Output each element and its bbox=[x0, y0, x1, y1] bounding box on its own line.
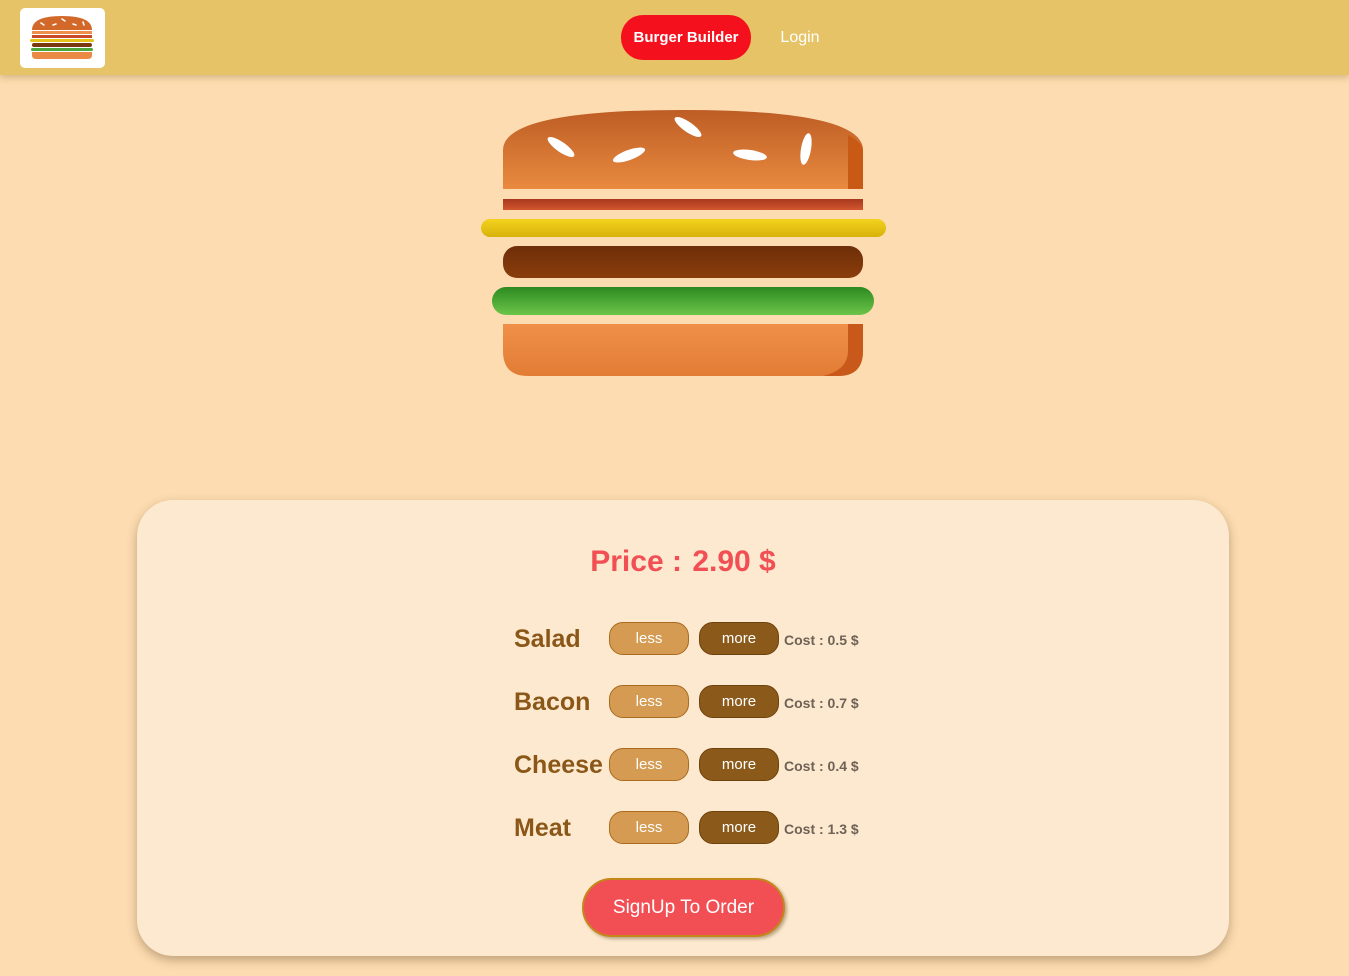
burger-preview bbox=[481, 110, 886, 376]
salad-layer bbox=[492, 287, 874, 315]
ingredient-row-meat: Meat less more Cost : 1.3 $ bbox=[514, 811, 874, 845]
meat-layer bbox=[503, 246, 863, 278]
ingredient-label: Cheese bbox=[514, 751, 603, 779]
cheese-less-button[interactable]: less bbox=[609, 748, 689, 781]
logo[interactable] bbox=[20, 8, 105, 68]
meat-cost: Cost : 1.3 $ bbox=[784, 821, 859, 837]
signup-to-order-button[interactable]: SignUp To Order bbox=[582, 878, 785, 937]
meat-more-button[interactable]: more bbox=[699, 811, 779, 844]
ingredient-label: Bacon bbox=[514, 688, 591, 716]
bacon-cost: Cost : 0.7 $ bbox=[784, 695, 859, 711]
burger-logo-icon bbox=[30, 16, 94, 59]
cheese-cost: Cost : 0.4 $ bbox=[784, 758, 859, 774]
salad-cost: Cost : 0.5 $ bbox=[784, 632, 859, 648]
price-value: 2.90 $ bbox=[692, 545, 776, 578]
ingredient-row-bacon: Bacon less more Cost : 0.7 $ bbox=[514, 685, 874, 719]
bacon-more-button[interactable]: more bbox=[699, 685, 779, 718]
bread-top bbox=[503, 110, 863, 189]
salad-more-button[interactable]: more bbox=[699, 622, 779, 655]
bacon-less-button[interactable]: less bbox=[609, 685, 689, 718]
bacon-layer bbox=[503, 199, 863, 210]
meat-less-button[interactable]: less bbox=[609, 811, 689, 844]
ingredient-row-cheese: Cheese less more Cost : 0.4 $ bbox=[514, 748, 874, 782]
nav-burger-builder[interactable]: Burger Builder bbox=[621, 15, 751, 60]
nav-login[interactable]: Login bbox=[774, 15, 826, 60]
ingredient-label: Salad bbox=[514, 625, 581, 653]
salad-less-button[interactable]: less bbox=[609, 622, 689, 655]
ingredient-label: Meat bbox=[514, 814, 571, 842]
cheese-layer bbox=[481, 219, 886, 237]
top-navbar: Burger Builder Login bbox=[0, 0, 1349, 75]
price-label: Price : bbox=[590, 545, 682, 578]
ingredient-row-salad: Salad less more Cost : 0.5 $ bbox=[514, 622, 874, 656]
price-display: Price : 2.90 $ bbox=[0, 545, 1349, 579]
bread-bottom bbox=[503, 324, 863, 376]
cheese-more-button[interactable]: more bbox=[699, 748, 779, 781]
